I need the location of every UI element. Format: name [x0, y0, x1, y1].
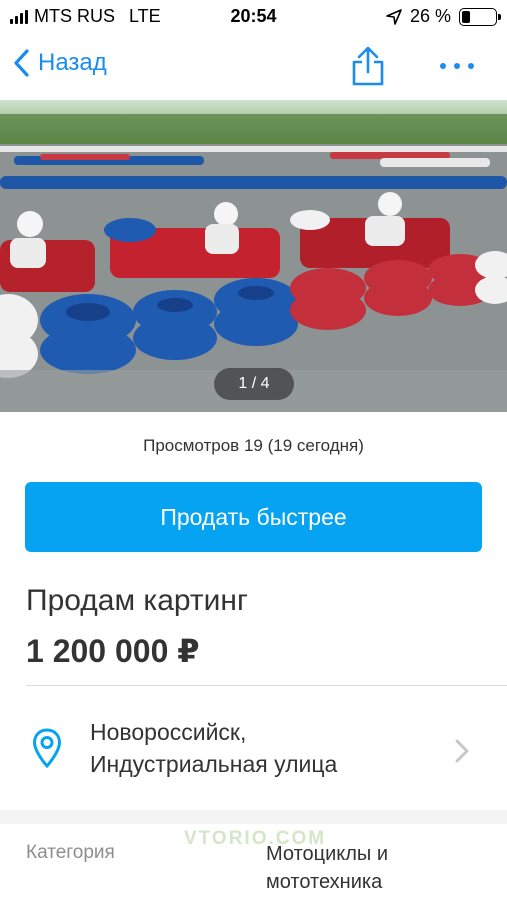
- location-row[interactable]: Новороссийск, Индустриальная улица: [0, 686, 507, 810]
- location-city: Новороссийск,: [90, 719, 247, 745]
- battery-level: [462, 10, 471, 23]
- chevron-left-icon: [14, 49, 29, 77]
- category-label: Категория: [26, 842, 115, 863]
- listing-title: Продам картинг: [26, 584, 248, 617]
- battery-icon: [459, 7, 501, 26]
- location-arrow-icon: [386, 8, 402, 25]
- views-count: Просмотров 19 (19 сегодня): [143, 436, 364, 455]
- share-icon[interactable]: [350, 46, 386, 86]
- status-bar: MTS RUS LTE 20:54 26 %: [0, 0, 507, 34]
- status-right: 26 %: [386, 6, 501, 27]
- sell-faster-button[interactable]: Продать быстрее: [25, 482, 482, 552]
- back-button[interactable]: Назад: [12, 48, 107, 78]
- category-value-line2: мототехника: [266, 871, 383, 893]
- section-separator: [0, 810, 507, 824]
- battery-percent: 26 %: [409, 6, 451, 26]
- karting-photo: [0, 100, 507, 412]
- photo-counter: 1 / 4: [214, 368, 294, 400]
- listing-price: 1 200 000 ₽: [26, 633, 200, 669]
- nav-bar: Назад: [0, 34, 507, 100]
- watermark: VTORIO.COM: [184, 828, 327, 849]
- location-address: Новороссийск, Индустриальная улица: [90, 716, 337, 780]
- back-label: Назад: [38, 49, 107, 76]
- more-dots-icon[interactable]: [440, 56, 480, 76]
- photo-gallery[interactable]: 1 / 4: [0, 100, 507, 412]
- chevron-right-icon: [455, 739, 469, 763]
- location-street: Индустриальная улица: [90, 751, 338, 777]
- location-pin-icon: [32, 728, 62, 768]
